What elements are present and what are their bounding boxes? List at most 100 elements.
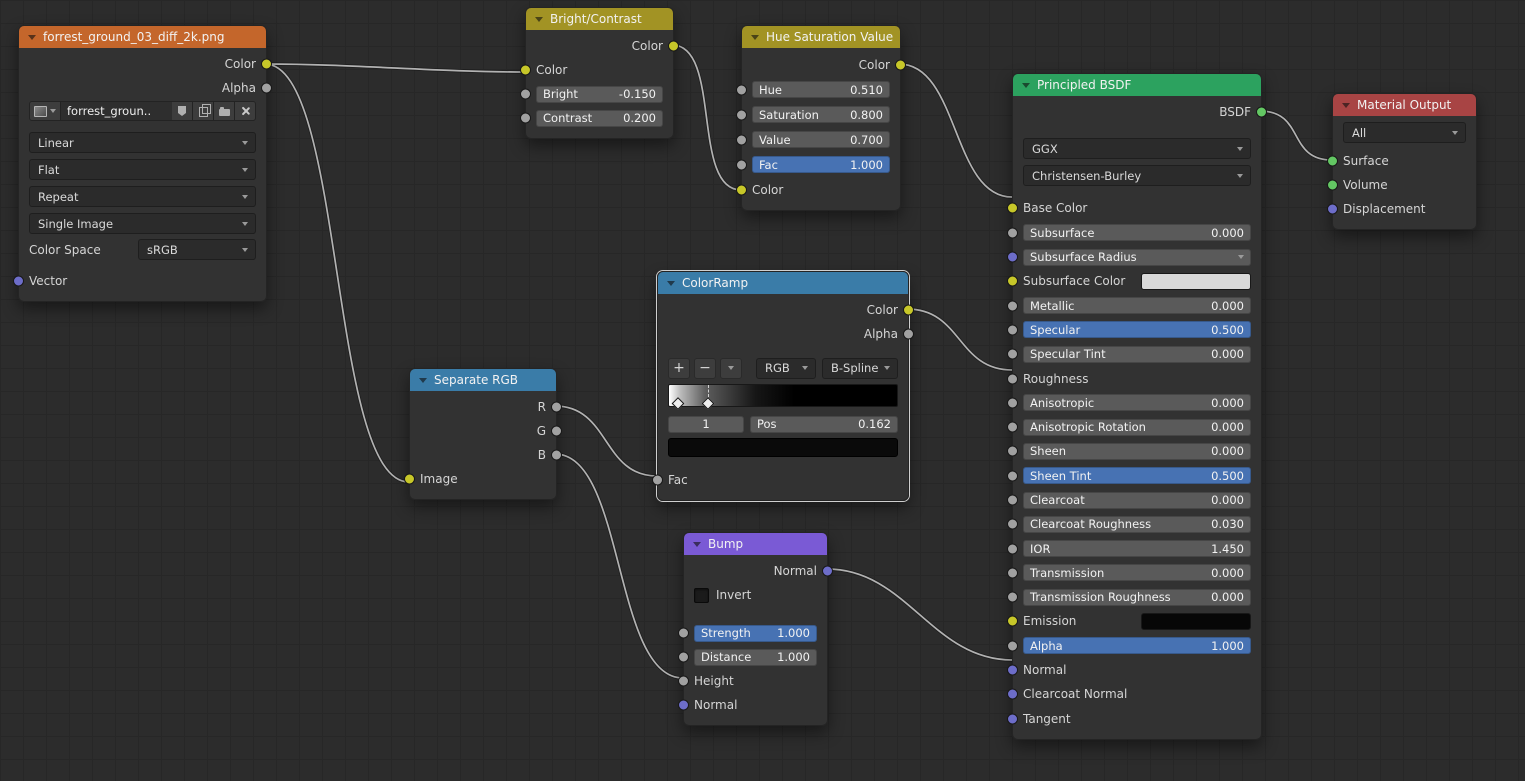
metallic-field[interactable]: Metallic 0.000 (1023, 297, 1251, 315)
anisotropic-rotation-field[interactable]: Anisotropic Rotation 0.000 (1023, 418, 1251, 436)
image-texture-node[interactable]: forrest_ground_03_diff_2k.png Color Alph… (13, 25, 272, 302)
subsurface-input-socket[interactable] (1007, 227, 1018, 239)
color-mode-dropdown[interactable]: RGB (756, 357, 816, 379)
principled-bsdf-node[interactable]: Principled BSDF BSDF GGX Christensen-Bur… (1007, 73, 1267, 740)
stop-index-field[interactable]: 1 (668, 415, 744, 433)
volume-input-socket[interactable] (1327, 179, 1338, 191)
extension-dropdown[interactable]: Repeat (29, 186, 256, 207)
subsurface-color-input-socket[interactable] (1007, 275, 1018, 287)
anisotropic-rotation-input-socket[interactable] (1007, 421, 1018, 433)
interpolation-dropdown[interactable]: Linear (29, 132, 256, 153)
unlink-image-button[interactable] (235, 101, 256, 121)
open-image-button[interactable] (214, 101, 235, 121)
anisotropic-input-socket[interactable] (1007, 397, 1018, 409)
distance-input-socket[interactable] (678, 651, 689, 663)
transmission-field[interactable]: Transmission 0.000 (1023, 564, 1251, 582)
alpha-output-socket[interactable] (903, 328, 914, 340)
bump-node[interactable]: Bump Normal Invert Strength 1.000 Distan… (678, 532, 833, 726)
subsurface-radius-field[interactable]: Subsurface Radius (1023, 248, 1251, 266)
fac-field[interactable]: Fac 1.000 (752, 156, 890, 173)
interpolation-dropdown[interactable]: B-Spline (822, 357, 898, 379)
clearcoat-normal-input-socket[interactable] (1007, 688, 1018, 700)
sheen-tint-input-socket[interactable] (1007, 470, 1018, 482)
value-input-socket[interactable] (736, 134, 747, 145)
tangent-input-socket[interactable] (1007, 713, 1018, 725)
bright-contrast-header[interactable]: Bright/Contrast (526, 8, 673, 30)
r-output-socket[interactable] (551, 401, 562, 413)
sheen-tint-field[interactable]: Sheen Tint 0.500 (1023, 467, 1251, 485)
clearcoat-roughness-input-socket[interactable] (1007, 518, 1018, 530)
collapse-icon[interactable] (667, 280, 675, 286)
value-field[interactable]: Value 0.700 (752, 131, 890, 148)
b-output-socket[interactable] (551, 449, 562, 461)
clearcoat-input-socket[interactable] (1007, 494, 1018, 506)
bright-input-socket[interactable] (520, 88, 531, 100)
g-output-socket[interactable] (551, 425, 562, 437)
collapse-icon[interactable] (1342, 102, 1350, 108)
collapse-icon[interactable] (28, 34, 36, 40)
emission-color-swatch[interactable] (1141, 612, 1251, 630)
collapse-icon[interactable] (1022, 82, 1030, 88)
distance-field[interactable]: Distance 1.000 (694, 648, 817, 666)
add-stop-button[interactable]: + (668, 357, 690, 379)
bsdf-output-socket[interactable] (1256, 106, 1267, 118)
collapse-icon[interactable] (693, 541, 701, 547)
new-image-button[interactable] (193, 101, 214, 121)
bright-field[interactable]: Bright -0.150 (536, 85, 663, 103)
sheen-field[interactable]: Sheen 0.000 (1023, 442, 1251, 460)
specular-tint-input-socket[interactable] (1007, 348, 1018, 360)
base-color-input-socket[interactable] (1007, 202, 1018, 214)
collapse-icon[interactable] (751, 34, 759, 40)
normal-input-socket[interactable] (1007, 664, 1018, 676)
normal-input-socket[interactable] (678, 699, 689, 711)
hue-saturation-node[interactable]: Hue Saturation Value Color Hue 0.510 Sat… (736, 25, 906, 211)
contrast-field[interactable]: Contrast 0.200 (536, 109, 663, 127)
alpha-input-socket[interactable] (1007, 640, 1018, 652)
ior-input-socket[interactable] (1007, 543, 1018, 555)
material-output-node[interactable]: Material Output All Surface Volume Displ… (1327, 93, 1477, 230)
transmission-roughness-input-socket[interactable] (1007, 591, 1018, 603)
color-output-socket[interactable] (895, 59, 906, 70)
alpha-field[interactable]: Alpha 1.000 (1023, 637, 1251, 655)
saturation-field[interactable]: Saturation 0.800 (752, 106, 890, 123)
alpha-output-socket[interactable] (261, 82, 272, 94)
projection-dropdown[interactable]: Flat (29, 159, 256, 180)
image-name-field[interactable]: forrest_groun.. (61, 101, 172, 121)
contrast-input-socket[interactable] (520, 112, 531, 124)
hue-field[interactable]: Hue 0.510 (752, 81, 890, 98)
ramp-options-button[interactable] (720, 357, 742, 379)
surface-input-socket[interactable] (1327, 155, 1338, 167)
normal-output-socket[interactable] (822, 565, 833, 577)
color-space-dropdown[interactable]: sRGB (138, 239, 256, 260)
transmission-input-socket[interactable] (1007, 567, 1018, 579)
node-editor-canvas[interactable]: forrest_ground_03_diff_2k.png Color Alph… (0, 0, 1525, 781)
strength-field[interactable]: Strength 1.000 (694, 624, 817, 642)
bump-header[interactable]: Bump (684, 533, 827, 555)
ior-field[interactable]: IOR 1.450 (1023, 540, 1251, 558)
fac-input-socket[interactable] (652, 474, 663, 486)
target-dropdown[interactable]: All (1343, 122, 1466, 143)
separate-rgb-header[interactable]: Separate RGB (410, 369, 556, 391)
color-input-socket[interactable] (736, 184, 747, 195)
anisotropic-field[interactable]: Anisotropic 0.000 (1023, 394, 1251, 412)
color-input-socket[interactable] (520, 64, 531, 76)
bright-contrast-node[interactable]: Bright/Contrast Color Color Bright -0.15… (520, 7, 679, 139)
clearcoat-roughness-field[interactable]: Clearcoat Roughness 0.030 (1023, 515, 1251, 533)
specular-tint-field[interactable]: Specular Tint 0.000 (1023, 345, 1251, 363)
specular-input-socket[interactable] (1007, 324, 1018, 336)
hue-saturation-header[interactable]: Hue Saturation Value (742, 26, 900, 48)
subsurface-field[interactable]: Subsurface 0.000 (1023, 224, 1251, 242)
fac-input-socket[interactable] (736, 159, 747, 170)
remove-stop-button[interactable]: − (694, 357, 716, 379)
height-input-socket[interactable] (678, 675, 689, 687)
collapse-icon[interactable] (535, 16, 543, 22)
invert-checkbox[interactable] (694, 587, 709, 603)
image-input-socket[interactable] (404, 473, 415, 485)
distribution-dropdown[interactable]: GGX (1023, 138, 1251, 160)
colorramp-node[interactable]: ColorRamp Color Alpha + − RGB B-Spline 1… (652, 271, 914, 501)
color-output-socket[interactable] (668, 40, 679, 52)
sheen-input-socket[interactable] (1007, 445, 1018, 457)
color-output-socket[interactable] (903, 304, 914, 316)
ramp-stop-handle[interactable] (671, 397, 685, 410)
saturation-input-socket[interactable] (736, 109, 747, 120)
